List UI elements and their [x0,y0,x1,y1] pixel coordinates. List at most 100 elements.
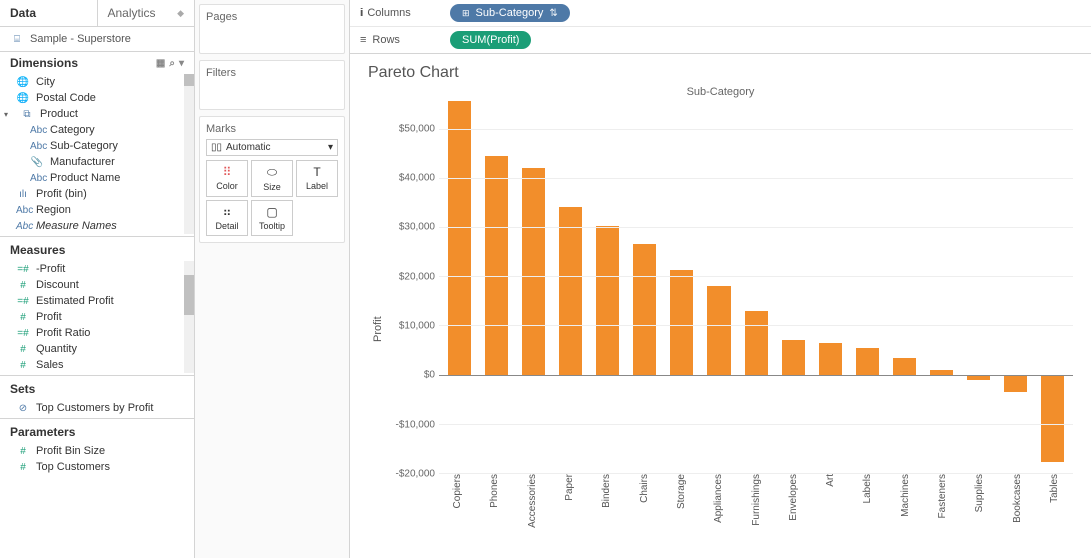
field-label: Discount [36,279,79,291]
plot-grid[interactable] [439,104,1073,474]
bar[interactable] [1036,104,1069,473]
detail-button[interactable]: ⠶Detail [206,200,248,236]
clip-icon: 📎 [30,157,44,168]
field-label: Region [36,204,71,216]
bar[interactable] [628,104,661,473]
menu-icon[interactable]: ▾ [179,58,184,69]
columns-icon: iii [360,7,361,19]
x-tick: Bookcases [1012,474,1023,527]
size-button[interactable]: ⬭Size [251,160,293,197]
y-tick: $10,000 [399,321,435,332]
measure-field[interactable]: =#Profit Ratio [0,325,184,341]
measure-field[interactable]: # Discount [0,277,184,293]
x-tick: Labels [862,474,873,507]
tooltip-button[interactable]: ▢Tooltip [251,200,293,236]
expand-icon[interactable]: ▾ [4,110,14,119]
color-icon: ⠿ [209,165,245,179]
filters-card[interactable]: Filters [199,60,345,110]
measure-field[interactable]: =#-Profit [0,261,184,277]
bar-chart-icon: ▯▯ [211,142,222,153]
bar[interactable] [554,104,587,473]
dimension-field[interactable]: ılıProfit (bin) [0,186,184,202]
set-field[interactable]: ⊘Top Customers by Profit [0,400,194,416]
dimension-field[interactable]: 🌐Postal Code [0,90,184,106]
bar[interactable] [740,104,773,473]
bar[interactable] [702,104,735,473]
measure-field[interactable]: =#Estimated Profit [0,293,184,309]
bar[interactable] [851,104,884,473]
dimension-field[interactable]: AbcCategory [0,122,184,138]
bar[interactable] [591,104,624,473]
label-button[interactable]: TLabel [296,160,338,197]
hist-icon: ılı [16,189,30,200]
main-panel: iiiColumns ⊞ Sub-Category ⇅ ≡Rows SUM(Pr… [350,0,1091,558]
measure-field[interactable]: #Profit [0,309,184,325]
dimension-field[interactable]: AbcProduct Name [0,170,184,186]
parameter-field[interactable]: #Profit Bin Size [0,443,194,459]
bar[interactable] [777,104,810,473]
dimension-field[interactable]: AbcMeasure Names [0,218,184,234]
number-icon: =# [16,296,30,307]
x-tick: Copiers [452,474,463,512]
bar[interactable] [999,104,1032,473]
tab-analytics[interactable]: Analytics◆ [97,0,195,26]
number-icon: =# [16,264,30,275]
bar[interactable] [480,104,513,473]
dimensions-header: Dimensions ▦ ⌕ ▾ [0,52,194,74]
bar[interactable] [925,104,958,473]
x-axis[interactable]: CopiersPhonesAccessoriesPaperBindersChai… [384,474,1073,554]
columns-shelf[interactable]: iiiColumns ⊞ Sub-Category ⇅ [350,0,1091,26]
folder-icon: ⧉ [20,109,34,120]
dimension-field[interactable]: AbcSub-Category [0,138,184,154]
x-tick: Accessories [527,474,538,532]
x-tick: Chairs [639,474,650,507]
dimensions-scrollbar[interactable] [184,74,194,234]
cards-panel: Pages Filters Marks ▯▯ Automatic ▾ ⠿Colo… [195,0,350,558]
bar[interactable] [962,104,995,473]
search-icon[interactable]: ⌕ [169,58,175,69]
y-axis-label[interactable]: Profit [368,104,384,554]
number-icon: =# [16,328,30,339]
parameter-field[interactable]: #Top Customers [0,459,194,475]
measure-field[interactable]: #Quantity [0,341,184,357]
field-label: City [36,76,55,88]
detail-icon: ⠶ [209,205,245,219]
dimension-field[interactable]: 📎 Manufacturer [0,154,184,170]
x-tick: Paper [564,474,575,505]
measures-header: Measures [0,239,194,261]
bar[interactable] [517,104,550,473]
globe-icon: 🌐 [16,77,30,88]
x-tick: Fasteners [937,474,948,522]
measure-field[interactable]: #Sales [0,357,184,373]
measures-scrollbar[interactable] [184,261,194,373]
columns-pill[interactable]: ⊞ Sub-Category ⇅ [450,4,570,22]
chart-title[interactable]: Pareto Chart [368,64,1073,82]
rows-icon: ≡ [360,34,366,46]
bar[interactable] [443,104,476,473]
sets-list: ⊘Top Customers by Profit [0,400,194,416]
color-button[interactable]: ⠿Color [206,160,248,197]
rows-shelf[interactable]: ≡Rows SUM(Profit) [350,26,1091,53]
tab-data[interactable]: Data [0,0,97,26]
number-icon: # [16,280,30,291]
bar[interactable] [814,104,847,473]
dimension-field[interactable]: AbcRegion [0,202,184,218]
dimension-field[interactable]: ▾⧉Product [0,106,184,122]
view-icon[interactable]: ▦ [156,58,165,69]
datasource-row[interactable]: ⌸ Sample - Superstore [0,27,194,52]
field-label: Sales [36,359,64,371]
bar[interactable] [888,104,921,473]
field-label: Product Name [50,172,120,184]
sets-header: Sets [0,378,194,400]
pages-card[interactable]: Pages [199,4,345,54]
chart-area: Pareto Chart Sub-Category Profit $50,000… [350,54,1091,558]
bar[interactable] [665,104,698,473]
dimension-field[interactable]: 🌐 City [0,74,184,90]
rows-pill[interactable]: SUM(Profit) [450,31,531,49]
field-label: Measure Names [36,220,117,232]
y-axis[interactable]: $50,000$40,000$30,000$20,000$10,000$0-$1… [384,104,439,474]
number-icon: # [16,462,30,473]
field-label: Manufacturer [50,156,115,168]
marks-type-dropdown[interactable]: ▯▯ Automatic ▾ [206,139,338,156]
x-tick: Art [825,474,836,491]
